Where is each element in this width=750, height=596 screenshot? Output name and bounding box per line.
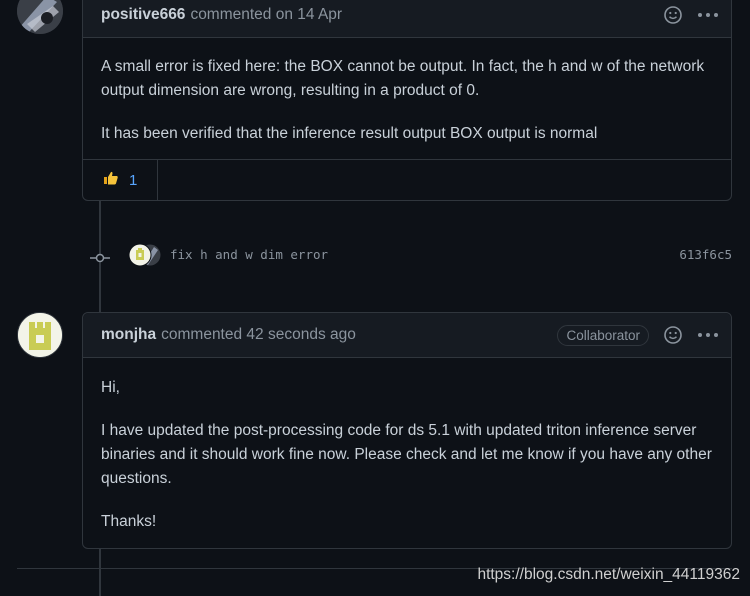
watermark: https://blog.csdn.net/weixin_44119362	[477, 566, 740, 583]
comment-body: Hi, I have updated the post-processing c…	[83, 358, 731, 534]
comment-paragraph: I have updated the post-processing code …	[101, 422, 712, 487]
comment-timestamp[interactable]: commented on 14 Apr	[190, 6, 342, 24]
comment-header: monjha commented 42 seconds ago Collabor…	[83, 313, 731, 358]
comment-paragraph: A small error is fixed here: the BOX can…	[101, 58, 705, 99]
avatar[interactable]	[17, 312, 63, 358]
commit-sha[interactable]: 613f6c5	[679, 247, 732, 262]
smiley-icon[interactable]	[663, 5, 683, 25]
collaborator-badge: Collaborator	[557, 324, 649, 346]
comment-paragraph: Thanks!	[101, 513, 157, 530]
thumbs-up-icon	[103, 170, 119, 191]
comment-timestamp[interactable]: commented 42 seconds ago	[161, 326, 356, 344]
comment-author[interactable]: monjha	[101, 326, 156, 344]
avatar[interactable]	[17, 0, 63, 34]
kebab-icon[interactable]	[697, 12, 719, 18]
kebab-icon[interactable]	[697, 332, 719, 338]
commit-message[interactable]: fix h and w dim error	[170, 247, 328, 262]
comment-header: positive666 commented on 14 Apr	[83, 0, 731, 38]
comment-body: A small error is fixed here: the BOX can…	[83, 38, 731, 146]
comment-card: monjha commented 42 seconds ago Collabor…	[82, 312, 732, 549]
reaction-count: 1	[129, 171, 138, 189]
comment-card: positive666 commented on 14 Apr A small …	[82, 0, 732, 201]
reaction-button[interactable]: 1	[83, 160, 159, 200]
commit-avatars[interactable]	[128, 243, 164, 267]
smiley-icon[interactable]	[663, 325, 683, 345]
reactions-bar: 1	[83, 159, 731, 200]
comment-author[interactable]: positive666	[101, 6, 185, 24]
commit-node-icon	[90, 250, 110, 263]
comment-paragraph: Hi,	[101, 379, 120, 396]
commit-event: fix h and w dim error 613f6c5	[90, 240, 732, 270]
comment-paragraph: It has been verified that the inference …	[101, 125, 598, 142]
